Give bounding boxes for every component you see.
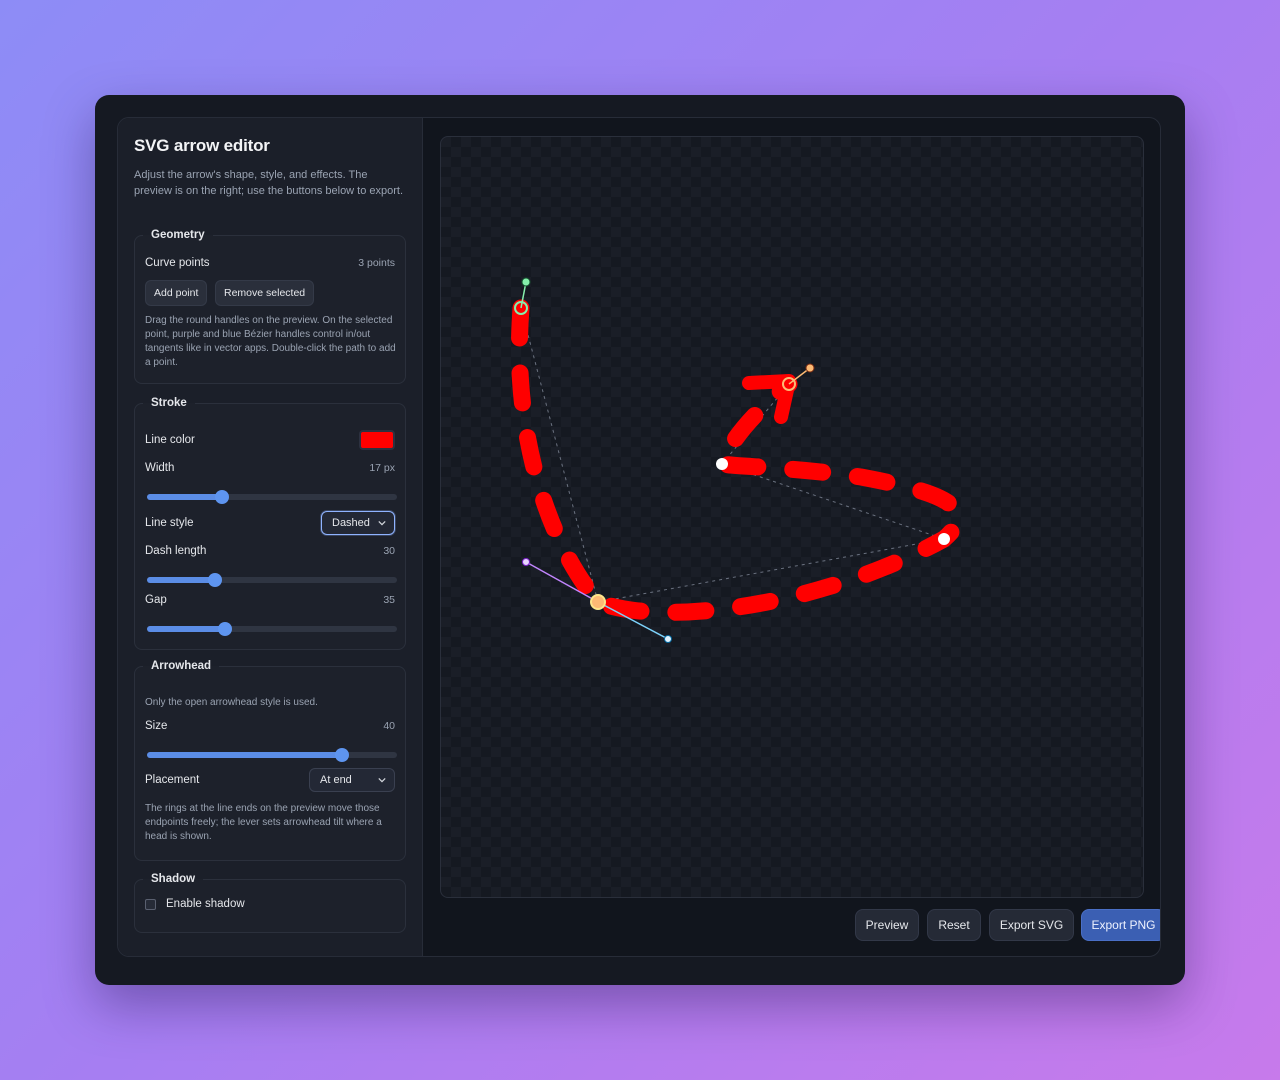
reset-button[interactable]: Reset — [927, 909, 981, 941]
start-lever-handle[interactable] — [521, 277, 531, 287]
gap-slider[interactable] — [147, 622, 397, 636]
size-slider-fill — [147, 752, 342, 758]
curve-points-count: 3 points — [358, 257, 395, 269]
chevron-down-icon — [378, 777, 386, 783]
size-value: 40 — [383, 720, 395, 732]
curve-points-label: Curve points — [145, 257, 210, 269]
add-point-button[interactable]: Add point — [145, 280, 208, 306]
arrowhead-legend: Arrowhead — [151, 660, 212, 672]
geometry-legend: Geometry — [151, 229, 205, 241]
width-slider[interactable] — [147, 490, 397, 504]
width-row: Width 17 px — [145, 462, 395, 474]
size-slider[interactable] — [147, 748, 397, 762]
in-tangent-handle[interactable] — [522, 558, 530, 566]
preview-button[interactable]: Preview — [855, 909, 919, 941]
placement-row: Placement At end — [145, 768, 395, 792]
line-style-value: Dashed — [332, 517, 370, 529]
width-slider-thumb[interactable] — [215, 490, 229, 504]
dash-length-slider-thumb[interactable] — [207, 573, 222, 587]
chevron-down-icon — [378, 520, 386, 526]
placement-select[interactable]: At end — [309, 768, 395, 792]
app-description: Adjust the arrow's shape, style, and eff… — [134, 169, 404, 197]
size-row: Size 40 — [145, 720, 395, 732]
point-handle[interactable] — [938, 533, 950, 545]
out-tangent-handle[interactable] — [664, 635, 672, 643]
gap-slider-fill — [147, 626, 225, 632]
selected-point-handle[interactable] — [590, 594, 606, 610]
geometry-group: Geometry Curve points 3 points Add point… — [134, 229, 406, 384]
remove-selected-button[interactable]: Remove selected — [215, 280, 315, 306]
width-slider-fill — [147, 494, 222, 500]
size-slider-thumb[interactable] — [335, 748, 349, 762]
export-svg-button[interactable]: Export SVG — [989, 909, 1074, 941]
dash-length-row: Dash length 30 — [145, 545, 395, 557]
line-color-row: Line color — [145, 430, 395, 450]
shadow-group: Shadow Enable shadow — [134, 873, 406, 933]
dash-length-slider[interactable] — [147, 573, 397, 587]
gap-row: Gap 35 — [145, 594, 395, 606]
end-lever-handle[interactable] — [805, 363, 815, 373]
enable-shadow-row[interactable]: Enable shadow — [145, 898, 395, 910]
geometry-note: Drag the round handles on the preview. O… — [145, 315, 396, 368]
export-png-button[interactable]: Export PNG — [1081, 909, 1160, 941]
gap-value: 35 — [383, 594, 395, 606]
stroke-group: Stroke Line color Width 17 px Line style — [134, 397, 406, 650]
line-style-label: Line style — [145, 517, 194, 529]
size-label: Size — [145, 720, 168, 732]
arrowhead-top-note: Only the open arrowhead style is used. — [145, 697, 318, 708]
app-title: SVG arrow editor — [134, 136, 270, 155]
arrowhead-note: The rings at the line ends on the previe… — [145, 803, 382, 842]
width-label: Width — [145, 462, 175, 474]
stroke-legend: Stroke — [151, 397, 187, 409]
app-window: SVG arrow editor Adjust the arrow's shap… — [95, 95, 1185, 985]
arrow-path[interactable] — [510, 299, 967, 621]
placement-label: Placement — [145, 774, 200, 786]
sidebar: SVG arrow editor Adjust the arrow's shap… — [118, 118, 423, 956]
line-style-row: Line style Dashed — [145, 511, 395, 535]
control-polygon — [520, 307, 946, 603]
preview-canvas[interactable] — [440, 136, 1144, 898]
shadow-legend: Shadow — [151, 873, 196, 885]
gap-label: Gap — [145, 594, 167, 606]
point-handle[interactable] — [716, 458, 728, 470]
dash-length-slider-fill — [147, 577, 215, 583]
curve-points-row: Curve points 3 points — [145, 257, 395, 269]
enable-shadow-label: Enable shadow — [166, 898, 245, 910]
arrow-preview-svg[interactable] — [441, 137, 1144, 898]
line-color-label: Line color — [145, 434, 195, 446]
gap-slider-thumb[interactable] — [217, 622, 232, 636]
width-value: 17 px — [369, 462, 395, 474]
placement-value: At end — [320, 774, 352, 786]
dash-length-label: Dash length — [145, 545, 207, 557]
dash-length-value: 30 — [383, 545, 395, 557]
line-style-select[interactable]: Dashed — [321, 511, 395, 535]
editor-frame: SVG arrow editor Adjust the arrow's shap… — [117, 117, 1161, 957]
enable-shadow-checkbox[interactable] — [145, 898, 156, 910]
arrowhead-group: Arrowhead Only the open arrowhead style … — [134, 660, 406, 861]
line-color-swatch[interactable] — [359, 430, 395, 450]
